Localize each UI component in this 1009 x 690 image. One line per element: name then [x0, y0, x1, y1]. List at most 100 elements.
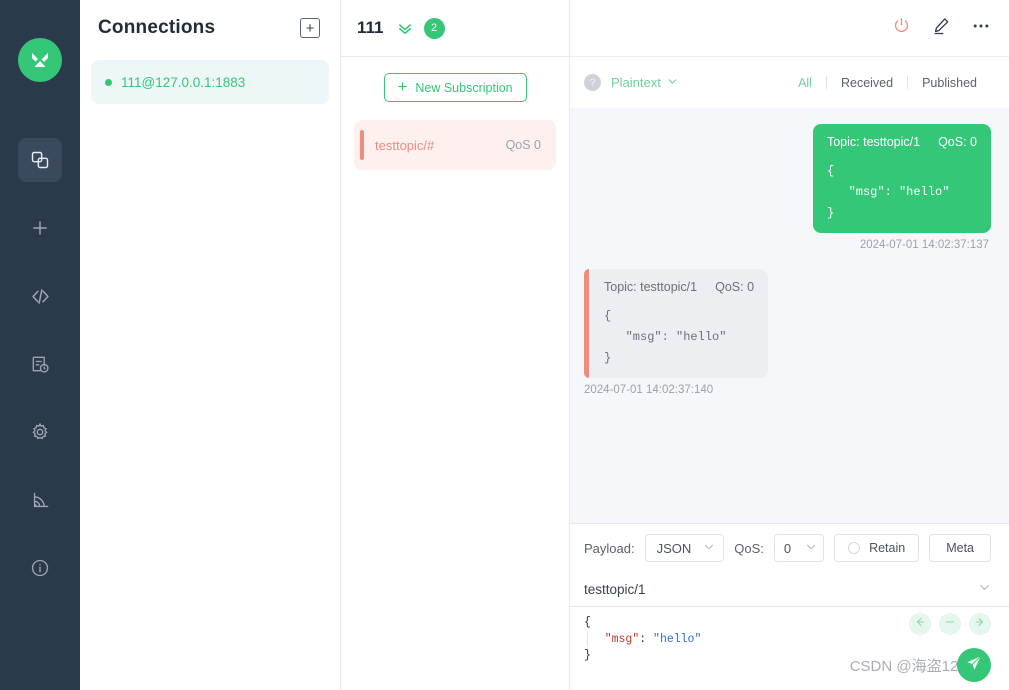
chevron-down-icon [703, 541, 715, 556]
send-button[interactable] [957, 648, 991, 682]
left-nav-rail [0, 0, 80, 690]
log-clock-icon [30, 354, 50, 374]
subscription-color-bar [360, 130, 364, 160]
message-topic: Topic: testtopic/1 [604, 280, 698, 294]
minus-icon [944, 615, 956, 633]
info-icon [30, 558, 50, 578]
sidebar-item-settings[interactable] [18, 410, 62, 454]
sidebar-item-connections[interactable] [18, 138, 62, 182]
publish-topic-input[interactable]: testtopic/1 [570, 572, 1009, 606]
subscription-item[interactable]: testtopic/# QoS 0 [354, 120, 556, 170]
subscription-topic: testtopic/# [375, 137, 435, 153]
connections-header: Connections + [80, 0, 340, 56]
tab-published[interactable]: Published [908, 76, 991, 90]
connection-title: 111 [357, 18, 384, 37]
message-meta: Topic: testtopic/1 QoS: 0 [827, 135, 977, 149]
message-color-bar [584, 269, 589, 378]
message-bubble[interactable]: Topic: testtopic/1 QoS: 0 { "msg": "hell… [812, 124, 991, 233]
publish-topic-value: testtopic/1 [584, 581, 646, 597]
message-meta: Topic: testtopic/1 QoS: 0 [604, 280, 754, 294]
chevron-down-icon [667, 75, 678, 90]
double-chevron-down-icon[interactable] [396, 19, 414, 37]
new-subscription-label: New Subscription [415, 80, 513, 95]
code-value: "hello" [653, 632, 702, 646]
publish-payload-editor[interactable]: { │ "msg": "hello" } CSDN @海盗1234 [570, 606, 1009, 690]
message-item-received: Topic: testtopic/1 QoS: 0 { "msg": "hell… [584, 269, 991, 396]
code-key: "msg" [604, 632, 640, 646]
message-timestamp: 2024-07-01 14:02:37:137 [859, 239, 989, 251]
sidebar-item-scripts[interactable] [18, 274, 62, 318]
publish-options: Payload: JSON QoS: 0 Retain Meta [570, 524, 1009, 572]
message-qos: QoS: 0 [715, 280, 755, 294]
arrow-right-icon [974, 615, 986, 633]
messages-panel: ? Plaintext All Received Published Topic… [570, 0, 1009, 690]
payload-format-value: Plaintext [611, 75, 661, 90]
rss-icon [31, 491, 50, 510]
radio-icon [848, 542, 861, 554]
qos-label: QoS: [734, 540, 764, 556]
plus-icon [397, 81, 408, 95]
message-qos: QoS: 0 [938, 135, 977, 149]
more-options-button[interactable] [971, 16, 991, 41]
add-connection-button[interactable]: + [300, 18, 320, 38]
payload-format-select[interactable]: Plaintext [611, 75, 678, 90]
list-item[interactable]: 111@127.0.0.1:1883 [91, 60, 329, 104]
subscription-count-badge: 2 [423, 17, 445, 39]
tab-received[interactable]: Received [827, 76, 907, 90]
qos-value: 0 [783, 540, 792, 556]
question-circle-icon[interactable]: ? [584, 74, 601, 91]
sidebar-item-broadcast[interactable] [18, 478, 62, 522]
code-brace-close: } [584, 649, 591, 663]
payload-type-value: JSON [656, 540, 692, 556]
status-dot-icon [105, 78, 112, 86]
plus-icon [30, 218, 50, 238]
subscriptions-body: New Subscription testtopic/# QoS 0 [341, 56, 569, 690]
editor-nav-buttons [909, 613, 991, 635]
tab-all[interactable]: All [784, 76, 826, 90]
subscription-qos: QoS 0 [505, 138, 541, 152]
message-filter-tabs: All Received Published [784, 76, 991, 90]
qos-select[interactable]: 0 [773, 534, 825, 562]
meta-label: Meta [946, 541, 974, 555]
message-payload: { "msg": "hello" } [826, 164, 950, 220]
chevron-down-icon [805, 541, 817, 556]
nav-minus-button[interactable] [939, 613, 961, 635]
pencil-icon [931, 16, 951, 41]
connection-actions [570, 0, 1009, 56]
sidebar-item-new-connection[interactable] [18, 206, 62, 250]
message-topic: Topic: testtopic/1 [826, 135, 921, 149]
mqttx-logo-icon [18, 38, 62, 82]
code-brace-open: { [584, 616, 591, 629]
message-list[interactable]: Topic: testtopic/1 QoS: 0 { "msg": "hell… [570, 108, 1009, 523]
message-payload: { "msg": "hello" } [604, 309, 727, 365]
payload-label: Payload: [584, 540, 635, 556]
indent-guide: │ [584, 632, 591, 646]
sidebar-item-about[interactable] [18, 546, 62, 590]
messages-toolbar: ? Plaintext All Received Published [570, 56, 1009, 108]
edit-connection-button[interactable] [931, 16, 951, 41]
meta-button[interactable]: Meta [929, 534, 991, 562]
retain-checkbox[interactable]: Retain [834, 534, 920, 562]
payload-type-select[interactable]: JSON [644, 534, 725, 562]
connection-name: 111@127.0.0.1:1883 [121, 74, 246, 90]
ellipsis-icon [971, 16, 991, 41]
disconnect-button[interactable] [892, 16, 911, 40]
sidebar-item-log[interactable] [18, 342, 62, 386]
plus-box-icon: + [305, 19, 315, 37]
gear-icon [30, 422, 50, 442]
subscriptions-header: 111 2 [341, 0, 569, 56]
message-bubble[interactable]: Topic: testtopic/1 QoS: 0 { "msg": "hell… [584, 269, 769, 378]
message-item-published: Topic: testtopic/1 QoS: 0 { "msg": "hell… [584, 124, 991, 251]
new-subscription-button[interactable]: New Subscription [383, 73, 527, 102]
nav-next-button[interactable] [969, 613, 991, 635]
code-icon [30, 286, 51, 307]
publish-bar: Payload: JSON QoS: 0 Retain Meta testtop… [570, 523, 1009, 690]
arrow-left-icon [914, 615, 926, 633]
nav-prev-button[interactable] [909, 613, 931, 635]
chevron-down-icon[interactable] [978, 581, 991, 597]
subscriptions-panel: 111 2 New Subscription testtopic/# QoS 0 [341, 0, 570, 690]
connections-list: 111@127.0.0.1:1883 [80, 56, 340, 104]
copy-squares-icon [30, 150, 50, 170]
mqttx-window: Connections + 111@127.0.0.1:1883 111 2 N… [0, 0, 1009, 690]
code-colon: : [639, 632, 654, 646]
